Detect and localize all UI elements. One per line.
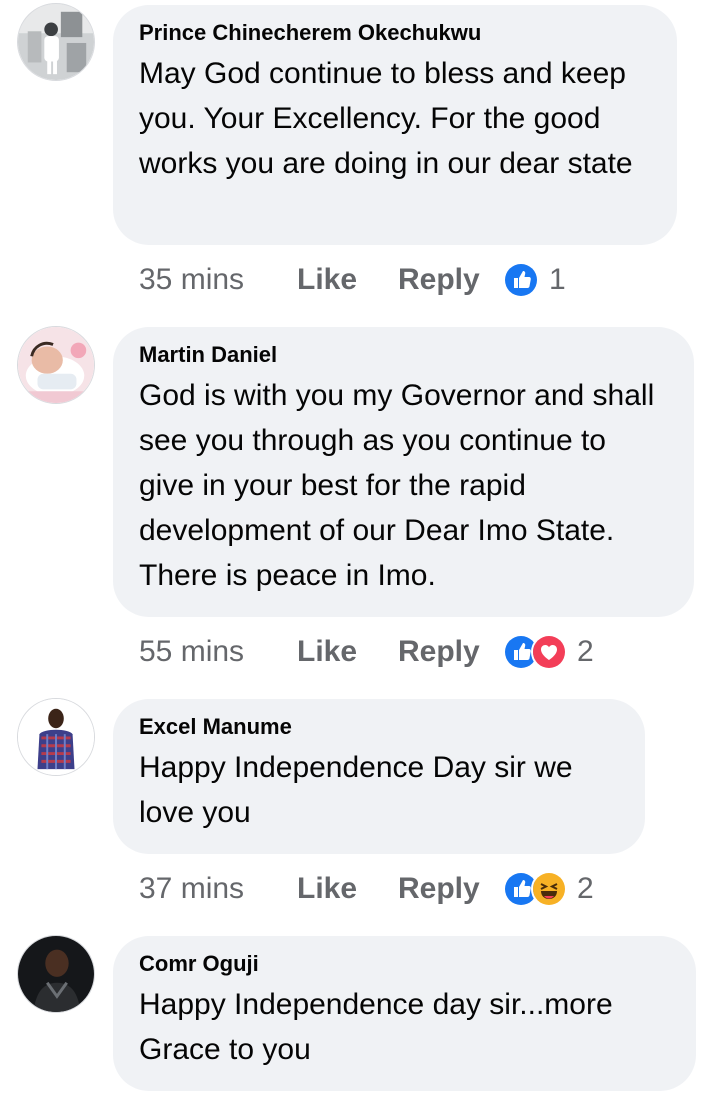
comment-author[interactable]: Comr Oguji <box>139 950 670 978</box>
comment-text: Happy Independence Day sir we love you <box>139 751 573 829</box>
reaction-summary[interactable]: 2 <box>503 634 594 670</box>
comment-timestamp[interactable]: 37 mins <box>139 872 297 906</box>
comment-author[interactable]: Martin Daniel <box>139 341 668 369</box>
comment-author[interactable]: Prince Chinecherem Okechukwu <box>139 19 651 47</box>
reaction-summary[interactable]: 1 <box>503 262 566 298</box>
reaction-summary[interactable]: 2 <box>503 871 594 907</box>
haha-icon <box>531 871 567 907</box>
avatar-prince[interactable] <box>17 3 95 81</box>
comment-bubble: Comr Oguji Happy Independence day sir...… <box>113 936 696 1091</box>
love-icon <box>531 634 567 670</box>
reply-button[interactable]: Reply <box>398 872 503 906</box>
comment-actions: 37 mins Like Reply 2 <box>139 869 594 909</box>
comment-timestamp[interactable]: 55 mins <box>139 635 297 669</box>
comment-text: God is with you my Governor and shall se… <box>139 379 655 592</box>
reply-button[interactable]: Reply <box>398 635 503 669</box>
comment-text: May God continue to bless and keep you. … <box>139 57 633 180</box>
comment-bubble: Martin Daniel God is with you my Governo… <box>113 327 694 617</box>
comment-timestamp[interactable]: 35 mins <box>139 263 297 297</box>
avatar-excel[interactable] <box>17 698 95 776</box>
like-button[interactable]: Like <box>297 872 398 906</box>
comment-bubble: Prince Chinecherem Okechukwu May God con… <box>113 5 677 245</box>
avatar-martin[interactable] <box>17 326 95 404</box>
reaction-count: 1 <box>549 263 566 296</box>
like-button[interactable]: Like <box>297 263 398 297</box>
comment-text: Happy Independence day sir...more Grace … <box>139 988 613 1066</box>
like-button[interactable]: Like <box>297 635 398 669</box>
avatar-photo-icon <box>18 4 94 80</box>
avatar-comr[interactable] <box>17 935 95 1013</box>
reaction-count: 2 <box>577 872 594 905</box>
comment-actions: 55 mins Like Reply 2 <box>139 632 594 672</box>
reply-button[interactable]: Reply <box>398 263 503 297</box>
avatar-photo-icon <box>18 327 94 403</box>
comment-actions: 35 mins Like Reply 1 <box>139 260 566 300</box>
avatar-photo-icon <box>18 936 94 1012</box>
avatar-photo-icon <box>18 699 94 775</box>
comment-author[interactable]: Excel Manume <box>139 713 619 741</box>
reaction-count: 2 <box>577 635 594 668</box>
like-icon <box>503 262 539 298</box>
comment-bubble: Excel Manume Happy Independence Day sir … <box>113 699 645 854</box>
